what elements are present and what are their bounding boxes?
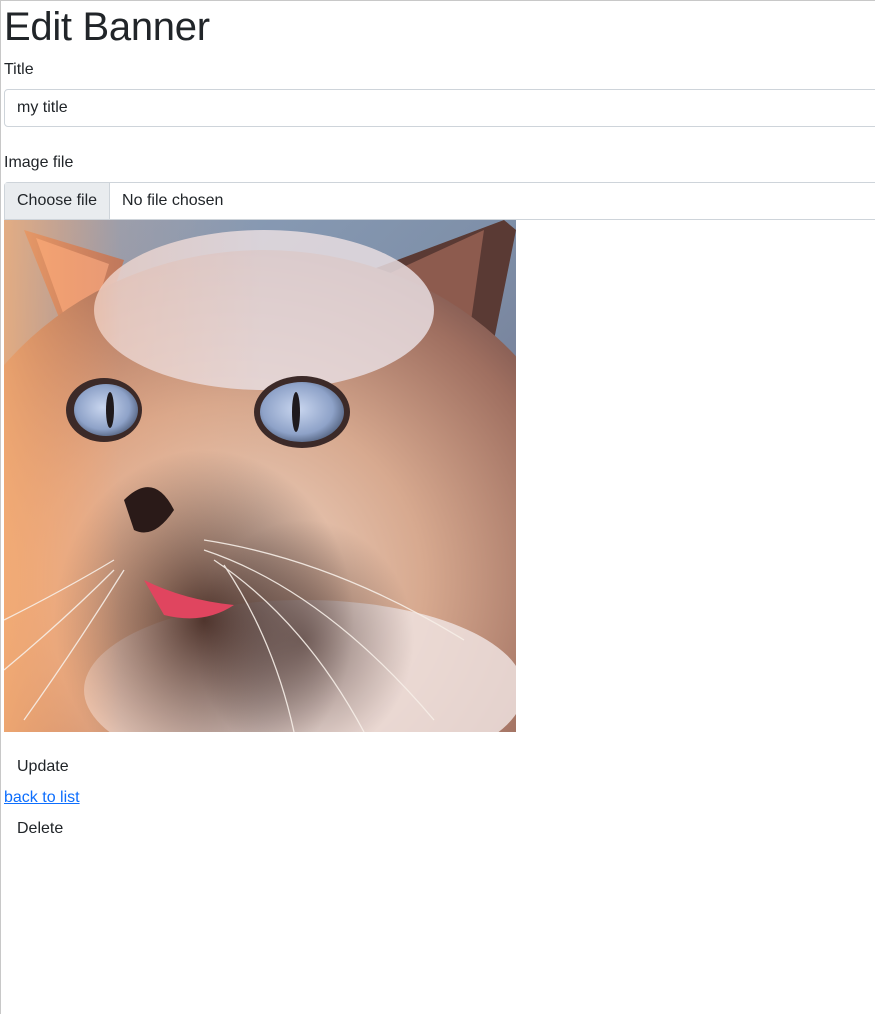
update-button[interactable]: Update bbox=[4, 752, 82, 782]
title-label: Title bbox=[4, 61, 34, 78]
delete-button[interactable]: Delete bbox=[4, 814, 76, 844]
image-file-input[interactable]: Choose file No file chosen bbox=[4, 182, 875, 220]
cat-photo bbox=[4, 220, 516, 732]
back-to-list-link[interactable]: back to list bbox=[4, 788, 80, 808]
file-status-text: No file chosen bbox=[122, 192, 224, 209]
title-input[interactable] bbox=[4, 89, 875, 127]
edit-banner-page: Edit Banner Title Image file Choose file… bbox=[0, 0, 875, 1014]
image-file-label: Image file bbox=[4, 154, 74, 171]
choose-file-button[interactable]: Choose file bbox=[5, 183, 111, 219]
page-title: Edit Banner bbox=[4, 5, 210, 49]
banner-image-preview bbox=[4, 220, 516, 732]
